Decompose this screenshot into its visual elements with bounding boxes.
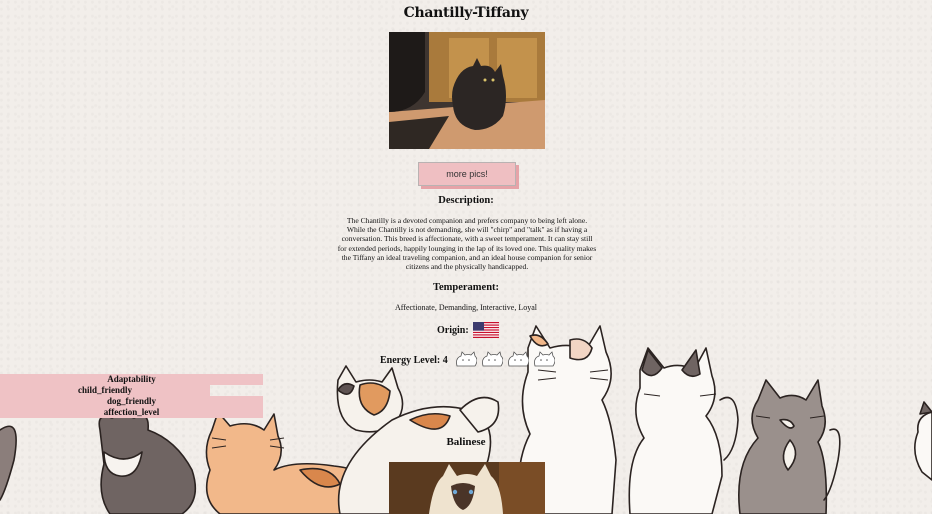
energy-level-row: Energy Level: 4 bbox=[380, 350, 555, 370]
description-label: Description: bbox=[438, 195, 494, 206]
stat-bar-dog-friendly: dog_friendly bbox=[0, 396, 263, 407]
stat-bar-row: dog_friendly bbox=[0, 396, 263, 407]
energy-level-label: Energy Level: 4 bbox=[380, 354, 448, 366]
energy-level-icons bbox=[453, 350, 555, 370]
us-flag-icon bbox=[472, 322, 499, 338]
stat-bar-row: affection_level bbox=[0, 407, 263, 418]
stat-bar-adaptability: Adaptability bbox=[0, 374, 263, 385]
breed-title: Chantilly-Tiffany bbox=[403, 5, 529, 21]
breed-photo bbox=[389, 32, 545, 149]
stat-bars: Adaptability child_friendly dog_friendly af… bbox=[0, 374, 263, 418]
temperament-label: Temperament: bbox=[432, 282, 500, 293]
description-text: The Chantilly is a devoted companion and… bbox=[337, 216, 597, 272]
stat-bar-affection-level: affection_level bbox=[0, 407, 263, 418]
stat-bar-row: Adaptability bbox=[0, 374, 263, 385]
cat-icon bbox=[507, 351, 529, 367]
origin-label: Origin: bbox=[437, 324, 469, 336]
origin-row: Origin: bbox=[437, 322, 499, 338]
cat-icon bbox=[533, 351, 555, 367]
cat-icon bbox=[455, 351, 477, 367]
next-breed-title: Balinese bbox=[446, 436, 486, 448]
cat-icon bbox=[481, 351, 503, 367]
next-breed-photo bbox=[389, 462, 545, 514]
stat-bar-row: child_friendly bbox=[0, 385, 263, 396]
stat-bar-child-friendly: child_friendly bbox=[0, 385, 210, 396]
more-pics-button[interactable]: more pics! bbox=[418, 162, 516, 186]
temperament-text: Affectionate, Demanding, Interactive, Lo… bbox=[394, 303, 537, 312]
